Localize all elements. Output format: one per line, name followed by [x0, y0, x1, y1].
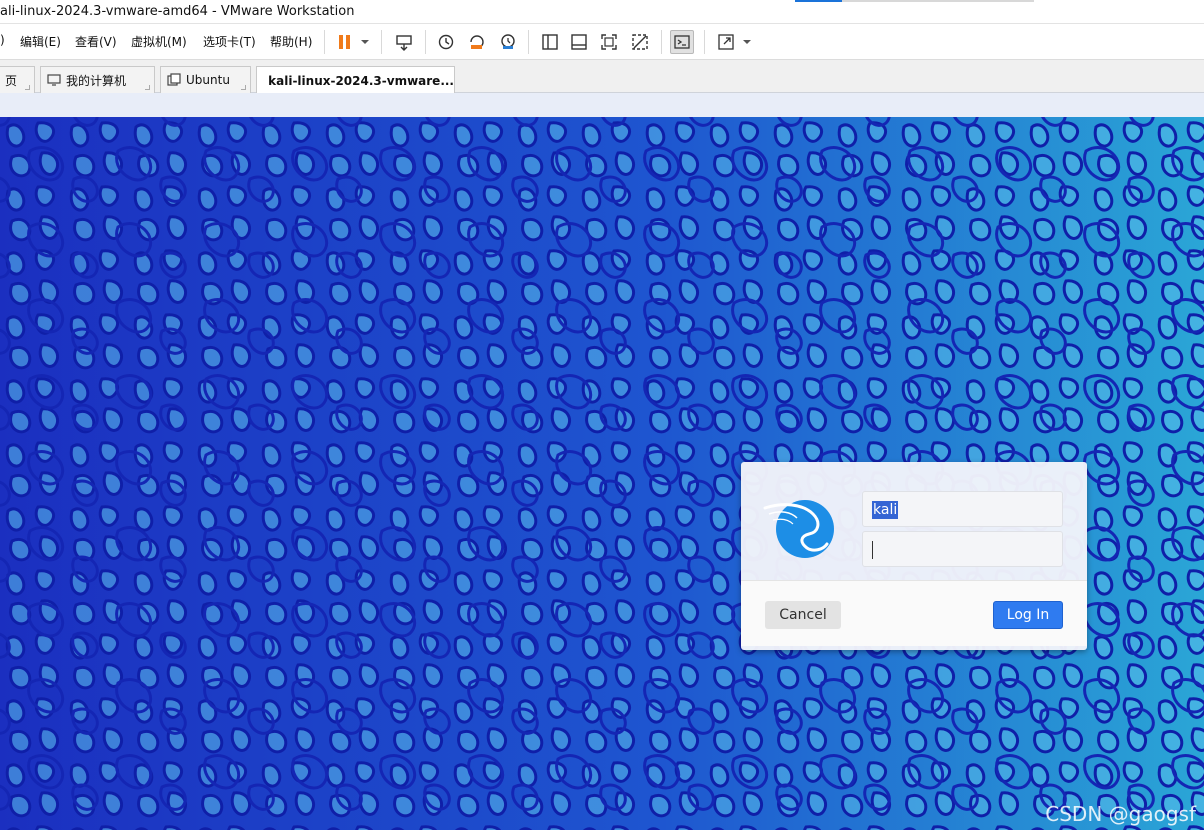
kali-dragon-icon: [763, 500, 834, 558]
login-dialog: kali Cancel Log In: [741, 462, 1087, 650]
toolbar-separator: [381, 30, 382, 54]
toolbar-separator: [528, 30, 529, 54]
tab-grip-icon: [241, 85, 246, 90]
console-icon[interactable]: [670, 30, 694, 54]
toolbar-separator: [324, 30, 325, 54]
thumbnail-icon[interactable]: [567, 30, 591, 54]
username-selected-text: kali: [872, 501, 899, 519]
menu-view[interactable]: 查看(V): [75, 33, 117, 50]
menu-tabs[interactable]: 选项卡(T): [203, 33, 256, 50]
tab-label: 我的计算机: [66, 73, 127, 88]
tab-label: 页: [5, 73, 18, 88]
tab-ubuntu[interactable]: Ubuntu: [160, 66, 251, 93]
login-dialog-actions: Cancel Log In: [741, 580, 1087, 646]
login-button[interactable]: Log In: [993, 601, 1063, 629]
vm-console-strip: [0, 93, 1204, 117]
revert-snapshot-icon[interactable]: [465, 30, 489, 54]
tab-grip-icon: [25, 85, 30, 90]
tab-grip-icon: [145, 85, 150, 90]
watermark: CSDN @gaogsf: [1045, 802, 1196, 826]
snapshot-manager-icon[interactable]: [496, 30, 520, 54]
toolbar-separator: [661, 30, 662, 54]
library-icon[interactable]: [538, 30, 562, 54]
dropdown-icon[interactable]: [737, 30, 757, 54]
unity-icon[interactable]: [628, 30, 652, 54]
dropdown-icon[interactable]: [355, 30, 375, 54]
menu-vm[interactable]: 虚拟机(M): [131, 33, 187, 50]
title-bar: ali-linux-2024.3-vmware-amd64 - VMware W…: [0, 0, 1204, 24]
tab-bar: 页 我的计算机 Ubuntu kali-linux-2024.3-vmware.…: [0, 60, 1204, 94]
title-bar-accent-secondary: [842, 0, 1034, 2]
toolbar-separator: [425, 30, 426, 54]
tab-home[interactable]: 页: [0, 66, 35, 93]
send-ctrl-alt-del-icon[interactable]: [392, 30, 416, 54]
stretch-icon[interactable]: [714, 30, 738, 54]
window-title: ali-linux-2024.3-vmware-amd64 - VMware W…: [0, 4, 355, 19]
pause-icon[interactable]: [333, 30, 357, 54]
tab-my-computer[interactable]: 我的计算机: [40, 66, 155, 93]
text-caret: [872, 541, 873, 559]
title-bar-accent: [795, 0, 842, 2]
menu-edit[interactable]: 编辑(E): [20, 33, 61, 50]
tab-label: kali-linux-2024.3-vmware...: [268, 73, 454, 88]
password-field[interactable]: [862, 531, 1063, 567]
toolbar-separator: [704, 30, 705, 54]
computer-icon: [47, 74, 61, 86]
username-field[interactable]: kali: [862, 491, 1063, 527]
login-dialog-body: kali: [741, 462, 1087, 580]
kali-desktop[interactable]: kali Cancel Log In CSDN @gaogsf: [0, 117, 1204, 830]
menu-help[interactable]: 帮助(H): [270, 33, 312, 50]
tab-label: Ubuntu: [186, 73, 230, 87]
menu-toolbar: ) 编辑(E) 查看(V) 虚拟机(M) 选项卡(T) 帮助(H): [0, 24, 1204, 60]
fullscreen-icon[interactable]: [597, 30, 621, 54]
menu-file[interactable]: ): [0, 33, 5, 47]
tab-kali-linux[interactable]: kali-linux-2024.3-vmware...: [256, 66, 455, 94]
cancel-button[interactable]: Cancel: [765, 601, 841, 629]
vm-icon: [167, 73, 181, 86]
snapshot-icon[interactable]: [434, 30, 458, 54]
